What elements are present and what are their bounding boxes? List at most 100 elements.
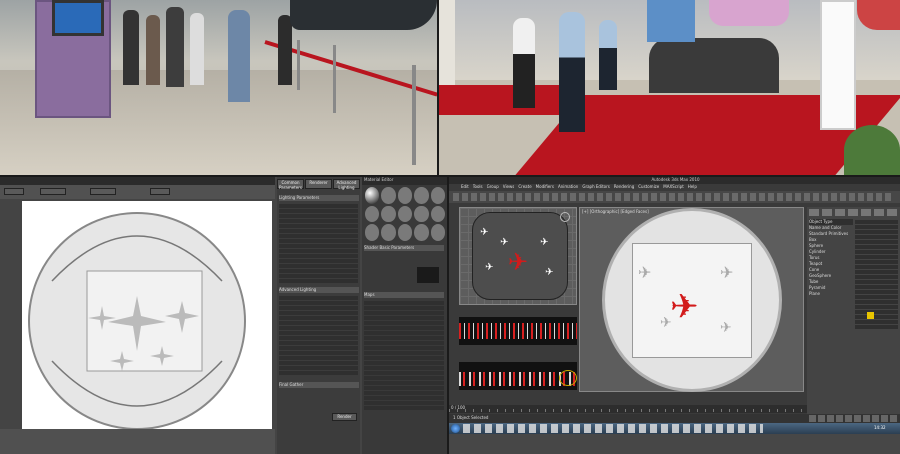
- plane-icon: ✈: [480, 227, 489, 238]
- selected-plane-icon[interactable]: ✈: [670, 290, 699, 324]
- material-slot[interactable]: [397, 205, 413, 223]
- stanchion: [297, 40, 300, 90]
- section-final-gather: Final Gather: [279, 382, 359, 388]
- material-slot[interactable]: [381, 224, 396, 241]
- render-settings-panel: Common Parameters Renderer Advanced Ligh…: [277, 177, 360, 454]
- track-view[interactable]: [459, 317, 577, 345]
- menu-maxscript[interactable]: MAXScript: [663, 184, 684, 191]
- max-main-window: Autodesk 3ds Max 2010 Edit Tools Group V…: [449, 177, 900, 454]
- playback-controls[interactable]: [809, 415, 897, 422]
- menu-rendering[interactable]: Rendering: [614, 184, 634, 191]
- tab-advanced[interactable]: Advanced Lighting: [333, 179, 360, 190]
- material-editor-titlebar: Material Editor: [362, 177, 447, 185]
- tab-renderer[interactable]: Renderer: [305, 179, 332, 189]
- command-panel-tabs[interactable]: [809, 209, 898, 216]
- plane-icon: ✈: [720, 263, 734, 282]
- menu-group[interactable]: Group: [487, 184, 499, 191]
- plane-icon: ✈: [720, 320, 732, 336]
- tab-common[interactable]: Common Parameters: [277, 179, 304, 190]
- render-toolbar-button[interactable]: [40, 188, 66, 195]
- menu-modifiers[interactable]: Modifiers: [536, 184, 554, 191]
- menu-graph-editors[interactable]: Graph Editors: [582, 184, 609, 191]
- menu-edit[interactable]: Edit: [461, 184, 469, 191]
- police-officer: [559, 12, 585, 132]
- material-slot[interactable]: [414, 205, 429, 223]
- maps-header: Maps: [364, 292, 444, 298]
- material-slot[interactable]: [397, 224, 413, 241]
- frame-counter: 0 / 100: [451, 405, 466, 410]
- selected-plane-icon[interactable]: ✈: [508, 250, 528, 274]
- render-window-titlebar: [0, 177, 275, 185]
- visitor-group: [118, 5, 298, 102]
- main-toolbar: [449, 191, 900, 203]
- render-toolbar-button[interactable]: [150, 188, 170, 195]
- menu-tools[interactable]: Tools: [473, 184, 483, 191]
- viewcube-icon[interactable]: [560, 212, 570, 222]
- taskbar-apps[interactable]: [463, 424, 763, 433]
- material-slot[interactable]: [397, 187, 413, 204]
- reception-desk: [649, 38, 779, 93]
- render-window-titlebar-2: [0, 429, 275, 454]
- command-panel: Object Type Name and Color Standard Prim…: [807, 207, 900, 417]
- material-slot[interactable]: [381, 205, 396, 223]
- material-slot[interactable]: [430, 205, 445, 223]
- plane-icon: ✈: [485, 262, 494, 273]
- menu-views[interactable]: Views: [503, 184, 515, 191]
- render-toolbar: [0, 185, 275, 199]
- menu-help[interactable]: Help: [688, 184, 697, 191]
- highlight-swatch[interactable]: [867, 312, 874, 319]
- panel-rows: [855, 219, 898, 409]
- menu-animation[interactable]: Animation: [558, 184, 578, 191]
- material-slot[interactable]: [430, 187, 445, 204]
- start-button-icon[interactable]: [451, 424, 460, 433]
- render-toolbar-button[interactable]: [4, 188, 24, 195]
- render-button[interactable]: Render: [332, 413, 357, 421]
- menu-create[interactable]: Create: [518, 184, 531, 191]
- person-white-shirt: [513, 18, 535, 108]
- flowers: [857, 0, 900, 30]
- material-slot[interactable]: [365, 224, 380, 241]
- settings-rows: [279, 295, 358, 375]
- section-lighting: Lighting Parameters: [279, 195, 359, 201]
- max-menubar: Edit Tools Group Views Create Modifiers …: [449, 184, 900, 191]
- toolbar-icons[interactable]: [453, 193, 893, 201]
- plane-icon: ✈: [638, 263, 652, 282]
- viewport-perspective[interactable]: [+] [Orthographic] [Edged Faces] ✈ ✈ ✈ ✈…: [579, 207, 804, 392]
- material-slot[interactable]: [430, 224, 445, 241]
- material-slot[interactable]: [365, 205, 380, 223]
- material-slot[interactable]: [381, 187, 396, 204]
- material-slot[interactable]: [414, 224, 429, 241]
- plane-icon: ✈: [500, 237, 509, 248]
- stanchion: [412, 65, 416, 165]
- photo-museum-hall-right: [439, 0, 900, 175]
- render-setup-window: Common Parameters Renderer Advanced Ligh…: [0, 177, 447, 454]
- material-swatch[interactable]: [417, 267, 439, 283]
- status-text: 1 Object Selected: [453, 415, 489, 420]
- plane-icon: ✈: [545, 267, 554, 278]
- rendered-frame: [22, 201, 272, 441]
- red-carpet: [439, 85, 559, 115]
- curve-shape: [559, 370, 577, 386]
- material-slot[interactable]: [414, 187, 429, 204]
- material-slot[interactable]: [365, 187, 380, 204]
- hangar-render: [28, 212, 246, 430]
- settings-rows: [279, 203, 358, 283]
- render-toolbar-button[interactable]: [90, 188, 116, 195]
- kiosk-screen: [52, 0, 104, 36]
- panel-item[interactable]: Plane: [809, 291, 853, 297]
- plane-icon: ✈: [540, 237, 549, 248]
- max-titlebar: Autodesk 3ds Max 2010: [449, 177, 900, 184]
- material-slots: [365, 187, 445, 241]
- viewport-top[interactable]: ✈ ✈ ✈ ✈ ✈ ✈: [459, 207, 577, 305]
- section-advanced: Advanced Lighting: [279, 287, 359, 293]
- menu-customize[interactable]: Customize: [638, 184, 659, 191]
- plant: [844, 125, 900, 175]
- track-view[interactable]: [459, 362, 577, 390]
- stanchion: [333, 45, 336, 113]
- timeline[interactable]: 0 / 100: [449, 405, 807, 413]
- maps-list: [364, 300, 444, 450]
- clock: 14:32: [874, 425, 886, 430]
- status-bar: 1 Object Selected: [449, 414, 900, 423]
- photo-museum-hall-left: [0, 0, 437, 175]
- panel-list: Object Type Name and Color Standard Prim…: [809, 219, 853, 409]
